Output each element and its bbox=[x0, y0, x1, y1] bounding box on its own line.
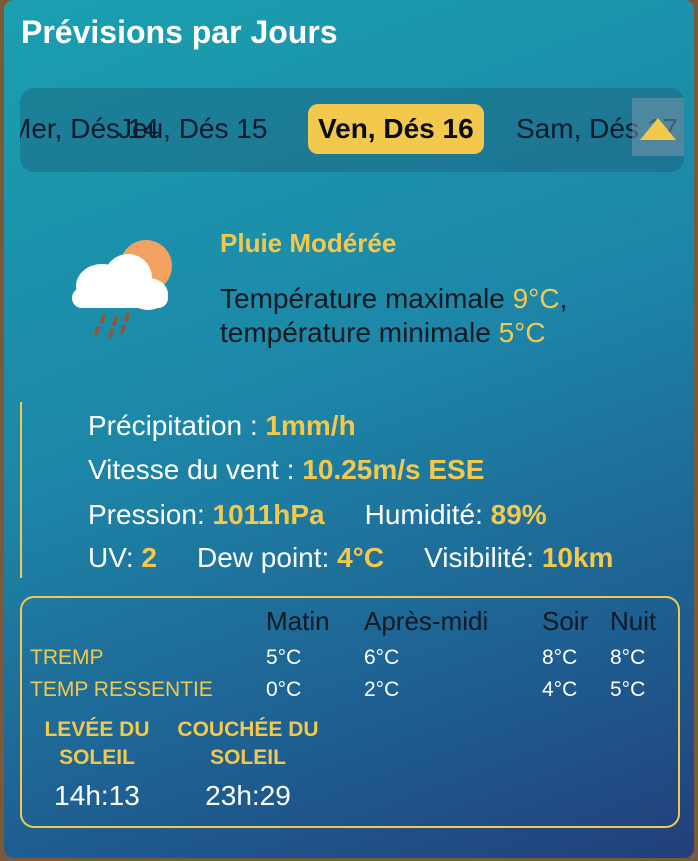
sunset-time: 23h:29 bbox=[205, 780, 291, 811]
period-header: Après-midi bbox=[364, 606, 489, 636]
feels-like-row-label: TEMP RESSENTIE bbox=[30, 678, 213, 701]
day-tab[interactable]: Jeu, Dés 15 bbox=[108, 104, 277, 154]
uv-value: 2 bbox=[141, 542, 157, 573]
wind-row: Vitesse du vent : 10.25m/s ESE bbox=[88, 454, 484, 486]
period-header: Soir bbox=[542, 606, 589, 636]
uv-row: UV: 2 Dew point: 4°C Visibilité: 10km bbox=[88, 542, 613, 574]
temp-max-label: Température maximale bbox=[220, 283, 513, 314]
feels-like-cell: 4°C bbox=[542, 678, 578, 701]
sunrise-label-line: SOLEIL bbox=[59, 746, 135, 769]
feels-like-cell: 2°C bbox=[364, 678, 400, 701]
rain-cloud-sun-icon bbox=[72, 240, 172, 338]
precipitation-value: 1mm/h bbox=[265, 410, 356, 441]
sunset-label: COUCHÉE DU SOLEIL bbox=[168, 716, 328, 772]
period-header: Matin bbox=[266, 606, 330, 636]
dew-point-label: Dew point: bbox=[197, 542, 338, 573]
wind-label: Vitesse du vent : bbox=[88, 454, 303, 485]
temp-max-value: 9°C bbox=[512, 283, 560, 314]
temp-cell: 6°C bbox=[364, 646, 400, 669]
precipitation-row: Précipitation : 1mm/h bbox=[88, 410, 356, 442]
temp-cell: 8°C bbox=[542, 646, 578, 669]
day-tab-selected[interactable]: Ven, Dés 16 bbox=[308, 104, 484, 154]
visibility-value: 10km bbox=[541, 542, 614, 573]
period-header: Nuit bbox=[610, 606, 657, 636]
pressure-row: Pression: 1011hPa Humidité: 89% bbox=[88, 499, 547, 531]
temp-min-value: 5°C bbox=[498, 317, 546, 348]
forecast-card: Prévisions par Jours Mer, Dés 14 Jeu, Dé… bbox=[4, 0, 694, 858]
sunrise-label-line: LEVÉE DU bbox=[44, 718, 150, 741]
temp-separator: , bbox=[559, 283, 568, 314]
scroll-up-button[interactable] bbox=[632, 98, 684, 156]
sunset-label-line: SOLEIL bbox=[210, 746, 286, 769]
sunrise-label: LEVÉE DU SOLEIL bbox=[32, 716, 162, 772]
wind-value: 10.25m/s ESE bbox=[302, 454, 485, 485]
uv-label: UV: bbox=[88, 542, 142, 573]
dew-point-value: 4°C bbox=[337, 542, 385, 573]
sunset-label-line: COUCHÉE DU bbox=[177, 718, 319, 741]
weather-condition: Pluie Modérée bbox=[220, 228, 397, 258]
details-divider bbox=[20, 402, 22, 578]
temp-min-label: température minimale bbox=[220, 317, 499, 348]
feels-like-cell: 0°C bbox=[266, 678, 302, 701]
humidity-value: 89% bbox=[490, 499, 547, 530]
pressure-value: 1011hPa bbox=[212, 499, 325, 530]
temp-cell: 5°C bbox=[266, 646, 302, 669]
temp-cell: 8°C bbox=[610, 646, 646, 669]
feels-like-cell: 5°C bbox=[610, 678, 646, 701]
temp-row-label: TREMP bbox=[30, 646, 104, 669]
temperature-summary: Température maximale 9°C, température mi… bbox=[220, 282, 650, 350]
precipitation-label: Précipitation : bbox=[88, 410, 266, 441]
visibility-label: Visibilité: bbox=[424, 542, 542, 573]
page-title: Prévisions par Jours bbox=[21, 14, 338, 50]
sunrise-time: 14h:13 bbox=[54, 780, 140, 811]
humidity-label: Humidité: bbox=[364, 499, 491, 530]
day-selector[interactable]: Mer, Dés 14 Jeu, Dés 15 Ven, Dés 16 Sam,… bbox=[20, 88, 684, 172]
periods-panel: Matin Après-midi Soir Nuit TREMP 5°C 6°C… bbox=[20, 596, 680, 828]
pressure-label: Pression: bbox=[88, 499, 213, 530]
triangle-up-icon bbox=[640, 118, 676, 140]
